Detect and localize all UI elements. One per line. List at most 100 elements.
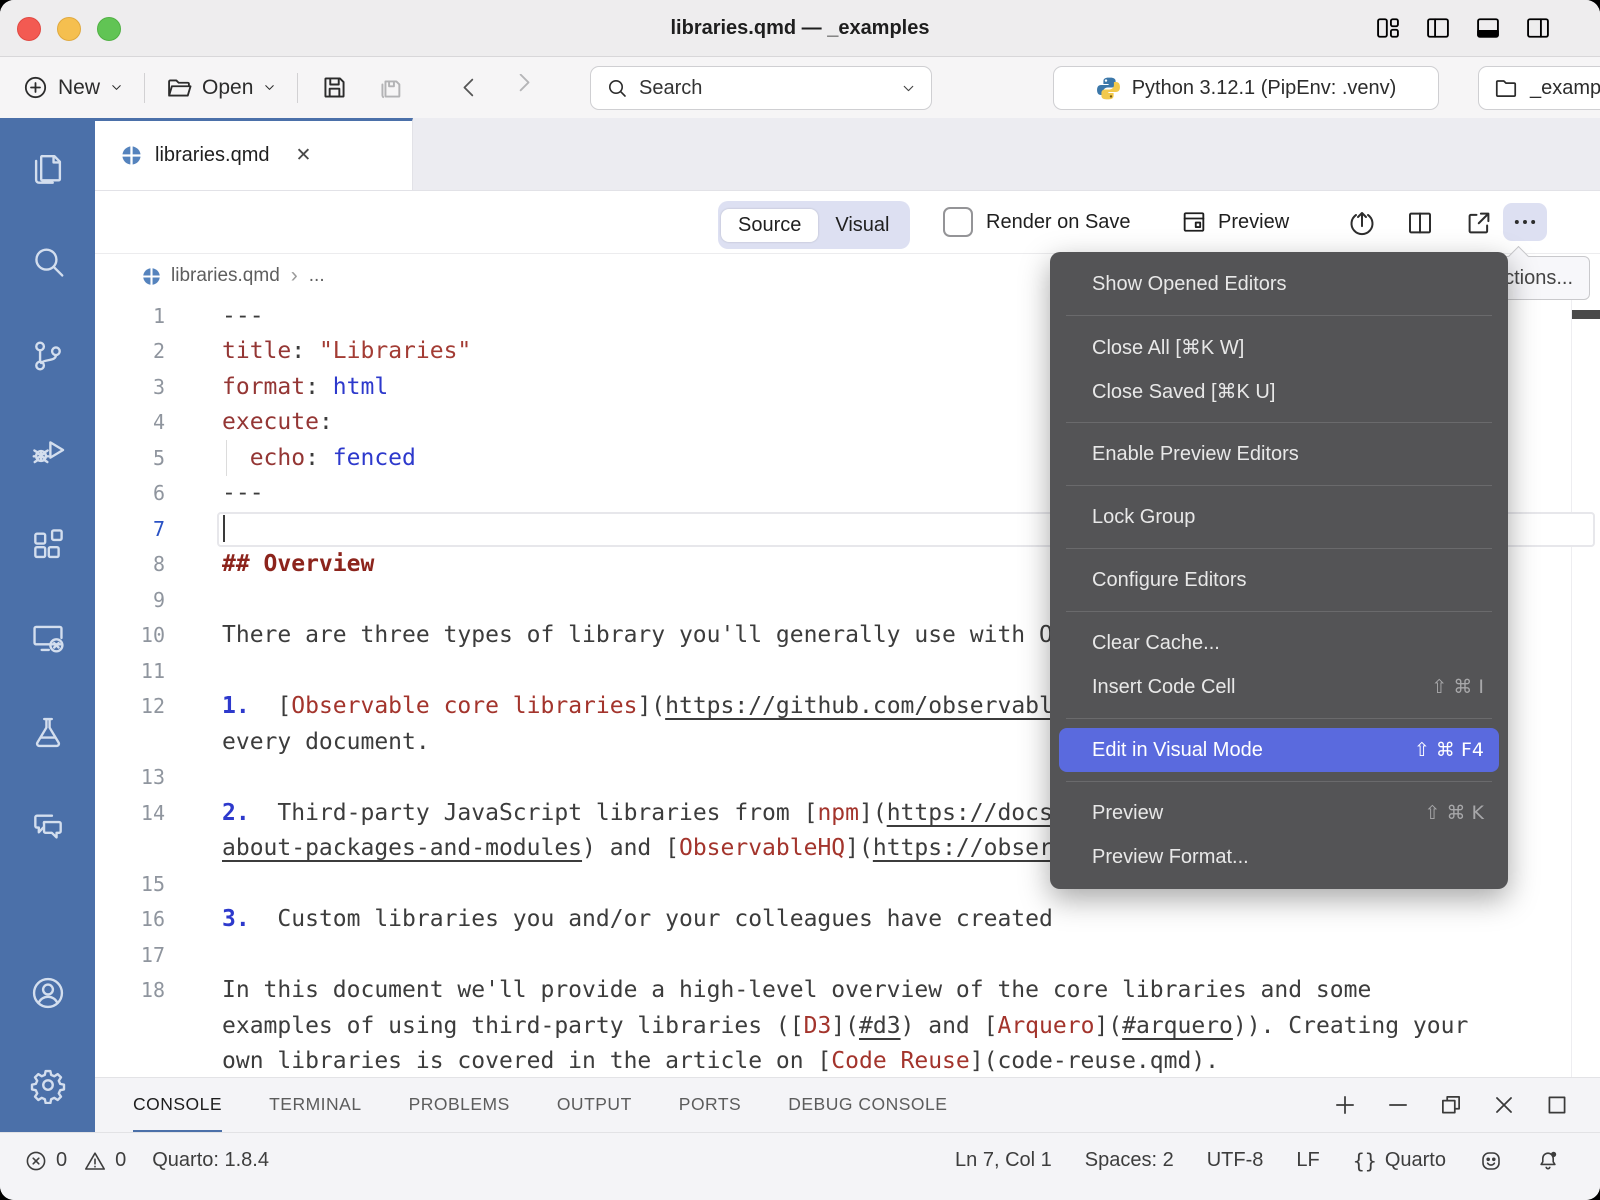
open-button[interactable]: Open (165, 74, 277, 102)
menu-item-lock-group[interactable]: Lock Group (1050, 495, 1508, 539)
problems-status[interactable]: 0 0 (24, 1149, 126, 1173)
toggle-secondary-sidebar-icon[interactable] (1524, 14, 1552, 42)
source-mode-button[interactable]: Source (721, 209, 818, 242)
navigate-forward-icon[interactable] (515, 74, 542, 101)
close-panel-icon[interactable] (1491, 1092, 1517, 1118)
comments-icon[interactable] (29, 807, 67, 845)
quarto-file-icon (120, 144, 143, 167)
panel-tab-output[interactable]: OUTPUT (557, 1078, 632, 1132)
code-row-line-18[interactable]: 18In this document we'll provide a high-… (95, 973, 1600, 1009)
menu-item-shortcut: ⇧ ⌘ F4 (1414, 739, 1484, 761)
chevron-down-icon (262, 80, 277, 95)
panel-tab-debug-console[interactable]: DEBUG CONSOLE (788, 1078, 947, 1132)
line-number: 13 (95, 765, 170, 789)
app-window: libraries.qmd — _examples New Open (0, 0, 1600, 1200)
error-circle-icon (24, 1149, 48, 1173)
bottom-panel-tabbar: CONSOLE TERMINAL PROBLEMS OUTPUT PORTS DEBUG … (95, 1077, 1600, 1132)
menu-separator (1066, 485, 1492, 486)
line-number: 17 (95, 943, 170, 967)
menu-item-edit-in-visual-mode[interactable]: Edit in Visual Mode⇧ ⌘ F4 (1059, 728, 1499, 772)
menu-item-label: Preview (1092, 802, 1163, 825)
close-tab-icon[interactable]: ✕ (295, 144, 311, 167)
titlebar: libraries.qmd — _examples (0, 0, 1600, 57)
code-row-line-16[interactable]: 163. Custom libraries you and/or your co… (95, 902, 1600, 938)
breadcrumb-file[interactable]: libraries.qmd (171, 265, 280, 287)
menu-item-preview-format[interactable]: Preview Format... (1050, 835, 1508, 879)
split-editor-icon[interactable] (1405, 208, 1435, 238)
line-number: 11 (95, 659, 170, 683)
code-text: There are three types of library you'll … (222, 622, 1191, 648)
warning-triangle-icon (83, 1149, 107, 1173)
visual-mode-button[interactable]: Visual (818, 209, 906, 242)
customize-layout-icon[interactable] (1374, 14, 1402, 42)
panel-tab-console[interactable]: CONSOLE (133, 1078, 222, 1132)
line-number: 8 (95, 552, 170, 576)
save-all-icon[interactable] (377, 73, 406, 102)
code-row-line-17[interactable]: 17 (95, 937, 1600, 973)
panel-tab-problems[interactable]: PROBLEMS (409, 1078, 510, 1132)
search-icon[interactable] (29, 243, 67, 281)
feedback-smiley-icon[interactable] (1479, 1149, 1503, 1173)
eol-status[interactable]: LF (1296, 1149, 1319, 1172)
interpreter-selector[interactable]: Python 3.12.1 (PipEnv: .venv) (1053, 66, 1439, 110)
render-icon[interactable] (1347, 208, 1377, 238)
line-number: 9 (95, 588, 170, 612)
encoding-status[interactable]: UTF-8 (1207, 1149, 1264, 1172)
explorer-icon[interactable] (29, 149, 67, 187)
menu-item-close-saved-k-u[interactable]: Close Saved [⌘K U] (1050, 369, 1508, 413)
new-button[interactable]: New (22, 74, 124, 101)
navigate-back-icon[interactable] (456, 74, 483, 101)
toggle-panel-icon[interactable] (1474, 14, 1502, 42)
code-row-line-18-wrap2[interactable]: own libraries is covered in the article … (95, 1044, 1600, 1078)
remote-explorer-icon[interactable] (29, 619, 67, 657)
preview-button[interactable]: Preview (1180, 191, 1289, 253)
menu-item-configure-editors[interactable]: Configure Editors (1050, 558, 1508, 602)
tab-libraries-qmd[interactable]: libraries.qmd ✕ (95, 118, 413, 190)
line-number: 1 (95, 304, 170, 328)
workspace-button[interactable]: _examples (1478, 66, 1600, 110)
menu-item-enable-preview-editors[interactable]: Enable Preview Editors (1050, 432, 1508, 476)
menu-item-clear-cache[interactable]: Clear Cache... (1050, 621, 1508, 665)
panel-tab-terminal[interactable]: TERMINAL (269, 1078, 361, 1132)
chevron-down-icon[interactable] (900, 80, 917, 97)
language-mode-status[interactable]: {} Quarto (1353, 1149, 1446, 1173)
notification-bell-icon[interactable] (1536, 1149, 1560, 1173)
menu-item-label: Lock Group (1092, 506, 1195, 529)
folder-open-icon (165, 74, 193, 102)
save-icon[interactable] (320, 73, 349, 102)
extensions-icon[interactable] (29, 525, 67, 563)
open-in-new-window-icon[interactable] (1464, 208, 1494, 238)
menu-item-preview[interactable]: Preview⇧ ⌘ K (1050, 791, 1508, 835)
code-row-line-18-wrap1[interactable]: examples of using third-party libraries … (95, 1008, 1600, 1044)
menu-item-insert-code-cell[interactable]: Insert Code Cell⇧ ⌘ I (1050, 665, 1508, 709)
quarto-version-status[interactable]: Quarto: 1.8.4 (152, 1149, 269, 1172)
menu-separator (1066, 422, 1492, 423)
restore-panel-icon[interactable] (1438, 1092, 1464, 1118)
code-text: --- (222, 303, 264, 329)
testing-icon[interactable] (29, 713, 67, 751)
preview-button-label: Preview (1218, 211, 1289, 234)
maximize-panel-icon[interactable] (1544, 1092, 1570, 1118)
panel-tab-ports[interactable]: PORTS (679, 1078, 741, 1132)
indentation-status[interactable]: Spaces: 2 (1085, 1149, 1174, 1172)
account-icon[interactable] (29, 974, 67, 1012)
toggle-primary-sidebar-icon[interactable] (1424, 14, 1452, 42)
code-text: echo: fenced (222, 445, 416, 471)
minimize-panel-icon[interactable] (1385, 1092, 1411, 1118)
search-input[interactable]: Search (590, 66, 932, 110)
settings-gear-icon[interactable] (29, 1066, 67, 1104)
tab-strip: libraries.qmd ✕ (95, 118, 1600, 191)
menu-item-close-all-k-w[interactable]: Close All [⌘K W] (1050, 325, 1508, 369)
line-number: 7 (95, 517, 170, 541)
breadcrumb-ellipsis[interactable]: ... (309, 265, 325, 287)
source-control-icon[interactable] (29, 337, 67, 375)
more-actions-button[interactable] (1503, 203, 1547, 241)
cursor-position-status[interactable]: Ln 7, Col 1 (955, 1149, 1052, 1172)
new-console-plus-icon[interactable] (1332, 1092, 1358, 1118)
render-on-save-checkbox[interactable] (943, 207, 973, 237)
menu-item-label: Configure Editors (1092, 569, 1247, 592)
run-and-debug-icon[interactable] (29, 431, 67, 469)
error-count: 0 (56, 1149, 67, 1172)
menu-item-label: Close Saved [⌘K U] (1092, 379, 1275, 404)
menu-item-show-opened-editors[interactable]: Show Opened Editors (1050, 262, 1508, 306)
